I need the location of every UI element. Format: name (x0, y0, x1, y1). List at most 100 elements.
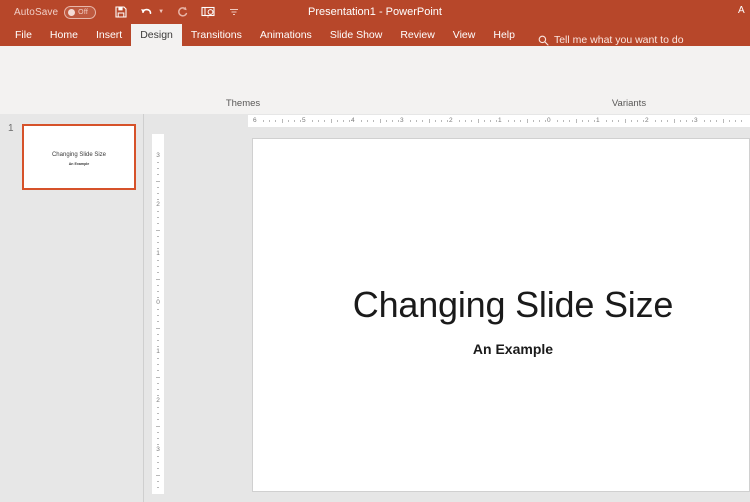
vruler-tick (157, 223, 159, 224)
undo-icon[interactable] (138, 4, 155, 21)
vruler-tick (156, 475, 160, 476)
hruler-tick (392, 120, 393, 122)
hruler-label: 1 (596, 117, 600, 124)
vruler-tick (157, 432, 159, 433)
hruler-tick (704, 120, 705, 122)
title-bar: AutoSave Off ▼ (0, 0, 750, 24)
hruler-tick (674, 119, 675, 123)
hruler-tick (686, 120, 687, 122)
hruler-tick (349, 120, 350, 122)
hruler-tick (300, 120, 301, 122)
hruler-tick (337, 120, 338, 122)
hruler-label: 0 (547, 117, 551, 124)
vruler-tick (157, 174, 159, 175)
vruler-tick (157, 193, 159, 194)
vruler-tick (157, 444, 159, 445)
horizontal-ruler[interactable]: 6543210123 (144, 114, 750, 128)
hruler-tick (429, 119, 430, 123)
hruler-tick (569, 120, 570, 122)
hruler-tick (735, 120, 736, 122)
customize-qat-icon[interactable] (225, 4, 242, 21)
vruler-tick (157, 456, 159, 457)
hruler-tick (576, 119, 577, 123)
vruler-tick (157, 285, 159, 286)
hruler-tick (459, 120, 460, 122)
redo-icon[interactable] (173, 4, 190, 21)
hruler-tick (275, 120, 276, 122)
workspace: 1 Changing Slide Size An Example 6543210… (0, 114, 750, 502)
vruler-label: 1 (152, 348, 164, 355)
hruler-tick (312, 120, 313, 122)
tab-home[interactable]: Home (41, 24, 87, 46)
slide-title-placeholder[interactable]: Changing Slide Size (293, 284, 733, 326)
group-label-themes: Themes (190, 98, 296, 109)
hruler-label: 2 (645, 117, 649, 124)
hruler-tick (422, 120, 423, 122)
group-label-variants: Variants (576, 98, 682, 109)
autosave-control[interactable]: AutoSave Off (14, 6, 96, 19)
tell-me-search[interactable]: Tell me what you want to do (538, 34, 684, 46)
hruler-label: 2 (449, 117, 453, 124)
vruler-label: 3 (152, 152, 164, 159)
vruler-tick (156, 426, 160, 427)
vruler-tick (157, 346, 159, 347)
vruler-tick (157, 395, 159, 396)
vruler-tick (157, 162, 159, 163)
tab-insert[interactable]: Insert (87, 24, 131, 46)
undo-dropdown-icon[interactable]: ▼ (158, 9, 164, 15)
save-icon[interactable] (112, 4, 129, 21)
slide-thumbnail-pane[interactable]: 1 Changing Slide Size An Example (0, 114, 144, 502)
hruler-tick (269, 120, 270, 122)
vruler-label: 2 (152, 397, 164, 404)
vertical-ruler[interactable]: 3210123 (152, 134, 164, 494)
hruler-tick (533, 120, 534, 122)
tab-file[interactable]: File (6, 24, 41, 46)
slide-thumbnail-1[interactable]: Changing Slide Size An Example (22, 124, 136, 190)
hruler-tick (367, 120, 368, 122)
hruler-tick (410, 120, 411, 122)
vruler-tick (157, 187, 159, 188)
vruler-tick (157, 199, 159, 200)
vruler-tick (157, 321, 159, 322)
horizontal-ruler-scale: 6543210123 (248, 115, 750, 127)
tab-review[interactable]: Review (391, 24, 443, 46)
vruler-label: 0 (152, 299, 164, 306)
hruler-tick (478, 119, 479, 123)
tab-animations[interactable]: Animations (251, 24, 321, 46)
vruler-tick (157, 487, 159, 488)
vruler-tick (157, 468, 159, 469)
hruler-label: 5 (302, 117, 306, 124)
slide-canvas[interactable]: Changing Slide Size An Example (252, 138, 750, 492)
hruler-tick (331, 119, 332, 123)
hruler-tick (594, 120, 595, 122)
tab-help[interactable]: Help (484, 24, 524, 46)
hruler-tick (680, 120, 681, 122)
vruler-tick (157, 248, 159, 249)
autosave-toggle[interactable]: Off (64, 6, 96, 19)
vruler-tick (157, 364, 159, 365)
hruler-tick (343, 120, 344, 122)
hruler-tick (618, 120, 619, 122)
start-presentation-icon[interactable] (199, 4, 216, 21)
hruler-label: 1 (498, 117, 502, 124)
tab-view[interactable]: View (444, 24, 485, 46)
account-initial[interactable]: A (738, 5, 748, 16)
hruler-tick (661, 120, 662, 122)
vruler-tick (157, 334, 159, 335)
tab-slide-show[interactable]: Slide Show (321, 24, 392, 46)
vruler-tick (157, 481, 159, 482)
vruler-tick (157, 266, 159, 267)
vruler-tick (157, 438, 159, 439)
slide-subtitle-placeholder[interactable]: An Example (293, 341, 733, 357)
tab-design[interactable]: Design (131, 24, 182, 46)
hruler-tick (263, 120, 264, 122)
vruler-tick (157, 309, 159, 310)
hruler-tick (643, 120, 644, 122)
tab-transitions[interactable]: Transitions (182, 24, 251, 46)
thumbnail-title: Changing Slide Size (24, 152, 134, 158)
hruler-label: 4 (351, 117, 355, 124)
hruler-tick (741, 120, 742, 122)
hruler-label: 3 (400, 117, 404, 124)
vruler-tick (157, 260, 159, 261)
hruler-tick (729, 120, 730, 122)
